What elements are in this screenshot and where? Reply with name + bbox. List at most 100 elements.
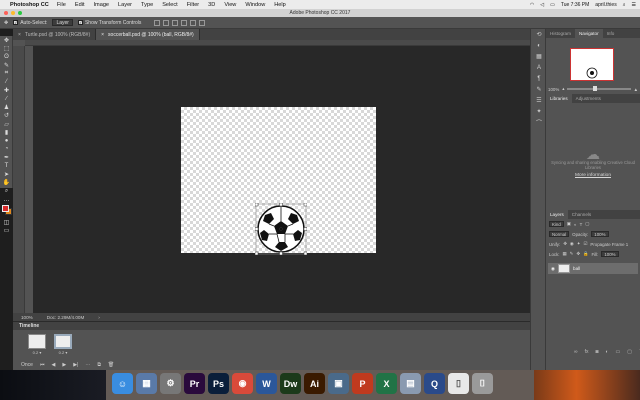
dock-document-icon[interactable]: ▯	[448, 373, 469, 394]
clock[interactable]: Tue 7:36 PM	[561, 2, 589, 8]
menu-select[interactable]: Select	[162, 2, 178, 8]
menu-type[interactable]: Type	[141, 2, 153, 8]
timeline-frame-2[interactable]: 0.2 ▾	[53, 334, 73, 360]
search-icon[interactable]: ⌕	[623, 2, 626, 8]
menu-image[interactable]: Image	[94, 2, 110, 8]
blur-icon[interactable]: ●	[0, 137, 13, 145]
path-selection-icon[interactable]: ➤	[0, 170, 13, 178]
quick-mask-icon[interactable]: ◫	[0, 218, 13, 226]
dock-system-preferences-icon[interactable]: ⚙	[160, 373, 181, 394]
tab-close-icon[interactable]: ×	[101, 32, 104, 38]
align-middle-icon[interactable]	[163, 19, 170, 26]
frame-delay[interactable]: 0.2 ▾	[59, 350, 68, 355]
dock-finder-icon[interactable]: ☺	[112, 373, 133, 394]
tab-libraries[interactable]: Libraries	[546, 94, 572, 103]
zoom-icon[interactable]: ⌕	[0, 187, 13, 195]
character-icon[interactable]: A	[531, 62, 547, 73]
menu-layer[interactable]: Layer	[118, 2, 132, 8]
align-center-icon[interactable]	[190, 19, 197, 26]
wifi-icon[interactable]: ◠	[530, 2, 534, 8]
previous-frame-icon[interactable]: ◀	[51, 362, 55, 368]
menu-view[interactable]: View	[224, 2, 236, 8]
play-icon[interactable]: ▶	[62, 362, 66, 368]
next-frame-icon[interactable]: ▶|	[73, 362, 78, 368]
lock-all-icon[interactable]: 🔒	[583, 251, 588, 257]
dock-premiere-icon[interactable]: Pr	[184, 373, 205, 394]
dock-trash-icon[interactable]: ⌷	[472, 373, 493, 394]
layer-kind-filter[interactable]: Kind	[549, 221, 564, 227]
brush-icon[interactable]: ∕	[0, 95, 13, 103]
dock-illustrator-icon[interactable]: Ai	[304, 373, 325, 394]
unify-style-icon[interactable]: ✦	[577, 241, 581, 247]
menu-window[interactable]: Window	[245, 2, 265, 8]
dock-quicktime-icon[interactable]: Q	[424, 373, 445, 394]
tab-histogram[interactable]: Histogram	[546, 29, 575, 38]
menu-filter[interactable]: Filter	[187, 2, 199, 8]
volume-icon[interactable]: ◁	[540, 2, 544, 8]
menu-app-name[interactable]: Photoshop CC	[10, 2, 49, 8]
healing-brush-icon[interactable]: ✚	[0, 86, 13, 94]
filter-pixel-icon[interactable]: ▣	[567, 221, 571, 227]
dock-word-icon[interactable]: W	[256, 373, 277, 394]
move-tool-icon[interactable]: ✥	[4, 20, 8, 26]
clone-stamp-icon[interactable]: ♟	[0, 103, 13, 111]
visibility-eye-icon[interactable]: ◉	[551, 266, 555, 272]
align-right-icon[interactable]	[199, 19, 206, 26]
zoom-out-icon[interactable]: ▴	[562, 86, 564, 92]
align-top-icon[interactable]	[154, 19, 161, 26]
frame-delay[interactable]: 0.2 ▾	[33, 350, 42, 355]
dock-excel-icon[interactable]: X	[376, 373, 397, 394]
vertical-ruler[interactable]	[13, 46, 25, 313]
soccer-ball-image[interactable]	[255, 203, 307, 255]
eraser-icon[interactable]: ▱	[0, 120, 13, 128]
zoom-window-button[interactable]	[18, 11, 22, 15]
eyedropper-icon[interactable]: ⁄	[0, 78, 13, 86]
layer-row-ball[interactable]: ◉ ball	[548, 263, 638, 274]
gradient-icon[interactable]: ▮	[0, 128, 13, 136]
tab-layers[interactable]: Layers	[546, 210, 568, 219]
hand-icon[interactable]: ✋	[0, 179, 13, 187]
swatches-icon[interactable]: ▦	[531, 51, 547, 62]
lasso-icon[interactable]: ʘ	[0, 53, 13, 61]
dock-powerpoint-icon[interactable]: P	[352, 373, 373, 394]
color-icon[interactable]: ◐	[531, 40, 547, 51]
new-group-icon[interactable]: ▭	[616, 349, 621, 355]
minimize-window-button[interactable]	[11, 11, 15, 15]
fill-input[interactable]: 100%	[601, 251, 619, 257]
paths-icon[interactable]: ⌒	[531, 117, 547, 128]
menu-file[interactable]: File	[57, 2, 66, 8]
menu-list-icon[interactable]: ☰	[632, 2, 636, 8]
navigator-zoom-value[interactable]: 100%	[548, 87, 559, 92]
first-frame-icon[interactable]: ⏮	[40, 362, 45, 368]
blend-mode-dropdown[interactable]: Normal	[549, 231, 570, 237]
screen-mode-icon[interactable]: ▭	[0, 226, 13, 234]
marquee-icon[interactable]: ⬚	[0, 44, 13, 52]
status-menu-arrow[interactable]: ›	[98, 315, 100, 320]
document-canvas[interactable]	[181, 107, 376, 255]
delete-frame-icon[interactable]: 🗑	[108, 362, 114, 368]
paragraph-icon[interactable]: ¶	[531, 73, 547, 84]
zoom-level[interactable]: 100%	[21, 315, 33, 320]
duplicate-frame-icon[interactable]: ⧉	[97, 362, 101, 368]
more-tools-icon[interactable]: …	[0, 195, 13, 203]
link-layers-icon[interactable]: ∞	[574, 349, 578, 355]
lock-position-icon[interactable]: ✥	[576, 251, 580, 257]
close-window-button[interactable]	[4, 11, 8, 15]
dodge-icon[interactable]: ◔	[0, 145, 13, 153]
unify-position-icon[interactable]: ✥	[563, 241, 567, 247]
add-mask-icon[interactable]: ◙	[595, 349, 598, 355]
tab-info[interactable]: Info	[603, 29, 619, 38]
type-icon[interactable]: T	[0, 162, 13, 170]
adjustment-layer-icon[interactable]: ◐	[606, 349, 609, 355]
auto-select-dropdown[interactable]: Layer	[52, 19, 73, 26]
dock-dreamweaver-icon[interactable]: Dw	[280, 373, 301, 394]
zoom-slider-knob[interactable]	[592, 86, 597, 91]
quick-select-icon[interactable]: ✎	[0, 61, 13, 69]
navigator-zoom-slider[interactable]	[567, 86, 631, 91]
filter-shape-icon[interactable]: ▢	[585, 221, 589, 227]
tab-channels[interactable]: Channels	[568, 210, 595, 219]
timeline-title[interactable]: Timeline	[13, 322, 530, 330]
menu-help[interactable]: Help	[274, 2, 286, 8]
navigator-preview[interactable]	[570, 48, 614, 81]
tab-adjustments[interactable]: Adjustments	[572, 94, 605, 103]
